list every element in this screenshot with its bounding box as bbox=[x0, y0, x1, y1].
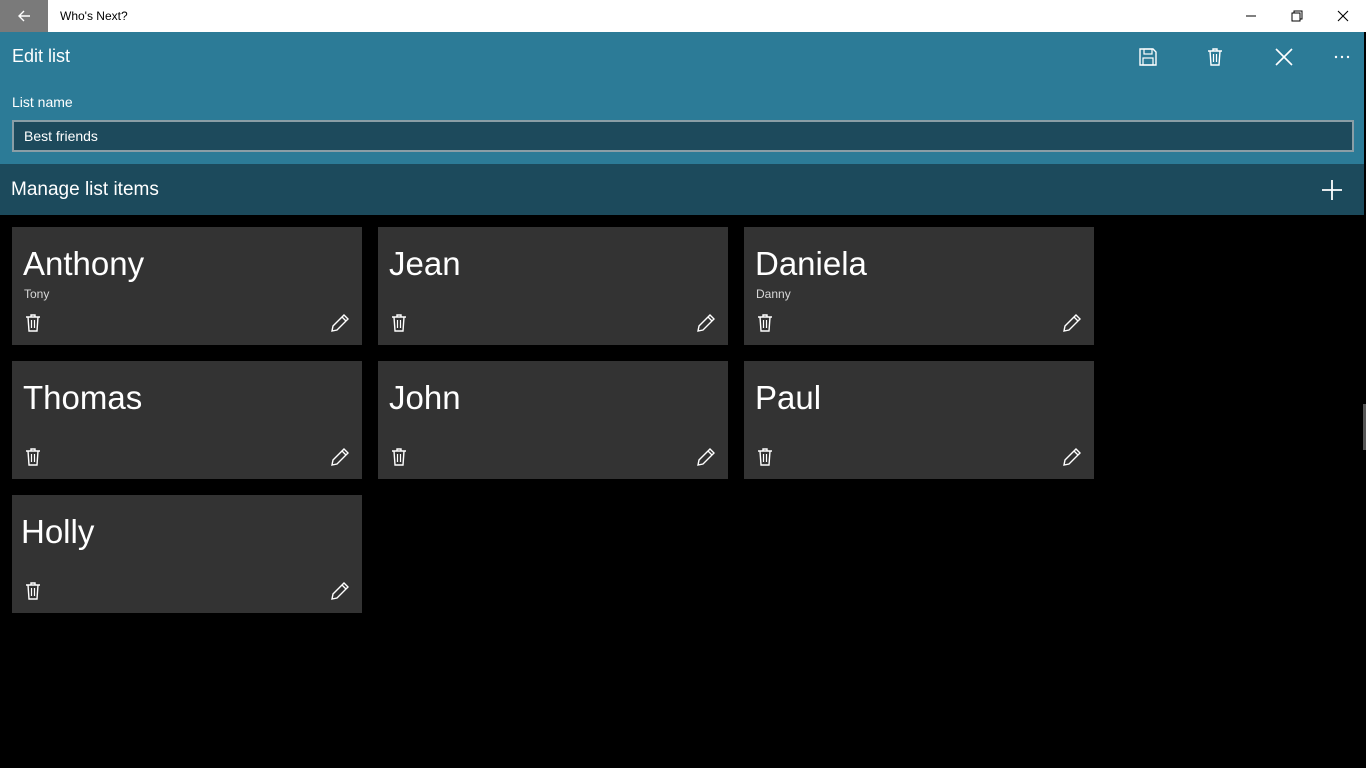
manage-items-bar: Manage list items bbox=[0, 164, 1364, 215]
item-name: Holly bbox=[21, 513, 95, 550]
item-name: Jean bbox=[389, 245, 461, 282]
delete-item-button[interactable] bbox=[388, 312, 410, 334]
pencil-icon bbox=[697, 314, 715, 332]
item-name: Paul bbox=[755, 379, 822, 416]
trash-icon bbox=[758, 448, 772, 466]
delete-item-button[interactable] bbox=[754, 312, 776, 334]
delete-item-button[interactable] bbox=[754, 446, 776, 468]
item-name: John bbox=[389, 379, 461, 416]
pencil-icon bbox=[331, 448, 349, 466]
back-button[interactable] bbox=[0, 0, 48, 32]
edit-item-button[interactable] bbox=[1060, 445, 1084, 469]
more-button[interactable] bbox=[1318, 40, 1366, 74]
list-item[interactable]: Jean bbox=[378, 227, 728, 345]
trash-icon bbox=[26, 582, 40, 600]
delete-icon bbox=[1208, 48, 1222, 66]
item-name: Daniela bbox=[755, 245, 867, 282]
section-title: Manage list items bbox=[11, 179, 159, 200]
window-close-button[interactable] bbox=[1320, 0, 1366, 32]
minimize-icon bbox=[1246, 15, 1256, 17]
edit-header: Edit list List name bbox=[0, 32, 1364, 164]
app-title: Who's Next? bbox=[60, 9, 128, 23]
save-icon bbox=[1139, 48, 1157, 66]
pencil-icon bbox=[1063, 448, 1081, 466]
list-item[interactable]: Daniela Danny bbox=[744, 227, 1094, 345]
edit-item-button[interactable] bbox=[328, 311, 352, 335]
item-name: Anthony bbox=[23, 245, 145, 282]
delete-item-button[interactable] bbox=[22, 312, 44, 334]
list-item[interactable]: Thomas bbox=[12, 361, 362, 479]
edit-item-button[interactable] bbox=[1060, 311, 1084, 335]
delete-item-button[interactable] bbox=[388, 446, 410, 468]
trash-icon bbox=[392, 314, 406, 332]
edit-item-button[interactable] bbox=[328, 445, 352, 469]
restore-icon bbox=[1291, 10, 1303, 22]
list-item[interactable]: John bbox=[378, 361, 728, 479]
pencil-icon bbox=[331, 314, 349, 332]
more-icon bbox=[1334, 55, 1350, 59]
close-icon bbox=[1337, 10, 1349, 22]
trash-icon bbox=[392, 448, 406, 466]
delete-item-button[interactable] bbox=[22, 580, 44, 602]
add-item-button[interactable] bbox=[1312, 170, 1352, 210]
trash-icon bbox=[26, 448, 40, 466]
list-item[interactable]: Paul bbox=[744, 361, 1094, 479]
minimize-button[interactable] bbox=[1228, 0, 1274, 32]
trash-icon bbox=[758, 314, 772, 332]
edit-item-button[interactable] bbox=[328, 579, 352, 603]
restore-button[interactable] bbox=[1274, 0, 1320, 32]
cancel-button[interactable] bbox=[1260, 40, 1308, 74]
back-arrow-icon bbox=[18, 10, 30, 22]
title-bar: Who's Next? bbox=[0, 0, 1366, 32]
edit-item-button[interactable] bbox=[694, 311, 718, 335]
plus-icon bbox=[1322, 180, 1342, 200]
item-name: Thomas bbox=[23, 379, 143, 416]
list-item[interactable]: Anthony Tony bbox=[12, 227, 362, 345]
item-nickname: Tony bbox=[24, 287, 50, 301]
list-item[interactable]: Holly bbox=[12, 495, 362, 613]
pencil-icon bbox=[697, 448, 715, 466]
close-icon bbox=[1275, 48, 1293, 66]
item-nickname: Danny bbox=[756, 287, 791, 301]
delete-item-button[interactable] bbox=[22, 446, 44, 468]
list-name-label: List name bbox=[12, 94, 73, 110]
edit-item-button[interactable] bbox=[694, 445, 718, 469]
delete-list-button[interactable] bbox=[1191, 40, 1239, 74]
list-name-input[interactable] bbox=[12, 120, 1354, 152]
pencil-icon bbox=[1063, 314, 1081, 332]
save-button[interactable] bbox=[1124, 40, 1172, 74]
pencil-icon bbox=[331, 582, 349, 600]
trash-icon bbox=[26, 314, 40, 332]
page-title: Edit list bbox=[12, 46, 71, 66]
